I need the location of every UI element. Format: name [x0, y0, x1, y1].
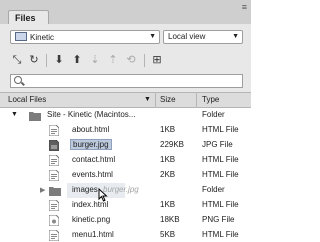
panel-menu-icon[interactable]: ≡	[242, 2, 247, 12]
image-file-icon	[49, 140, 60, 151]
html-file-icon	[49, 230, 60, 241]
file-type: HTML File	[202, 200, 239, 209]
file-name: burger.jpg	[70, 139, 112, 150]
file-size: 1KB	[160, 200, 176, 209]
files-tab[interactable]: Files	[8, 10, 49, 24]
list-item[interactable]: ▼ Site - Kinetic (Macintos... Folder	[0, 108, 251, 123]
panel-tab-bar: Files ≡	[0, 0, 251, 25]
site-icon	[15, 32, 27, 41]
file-type: HTML File	[202, 125, 239, 134]
list-item[interactable]: events.html 2KB HTML File	[0, 168, 251, 183]
file-list-header: Local Files ▼ Size Type	[0, 92, 251, 108]
refresh-icon[interactable]: ↻	[27, 53, 41, 67]
chevron-down-icon: ▼	[232, 33, 239, 40]
column-header-name[interactable]: Local Files	[8, 95, 46, 104]
connect-icon[interactable]: ⤡	[10, 53, 24, 67]
expand-arrow-icon[interactable]: ▼	[11, 111, 18, 118]
site-folder-icon	[29, 110, 41, 121]
chevron-down-icon: ▼	[149, 33, 156, 40]
html-file-icon	[49, 155, 60, 166]
file-name: Site - Kinetic (Macintos...	[47, 110, 136, 119]
column-divider	[196, 93, 197, 107]
drag-ghost-label: burger.jpg	[103, 185, 139, 194]
list-item[interactable]: contact.html 1KB HTML File	[0, 153, 251, 168]
folder-icon	[49, 185, 61, 196]
search-row	[0, 72, 251, 92]
list-item[interactable]: menu1.html 5KB HTML File	[0, 228, 251, 242]
column-divider	[155, 93, 156, 107]
file-size: 1KB	[160, 155, 176, 164]
html-file-icon	[49, 170, 60, 181]
view-select-value: Local view	[168, 32, 206, 41]
file-name: kinetic.png	[72, 215, 111, 224]
file-type: HTML File	[202, 155, 239, 164]
column-header-type[interactable]: Type	[202, 95, 219, 104]
list-item[interactable]: index.html 1KB HTML File	[0, 198, 251, 213]
file-type: Folder	[202, 110, 225, 119]
expand-icon[interactable]: ⊞	[150, 53, 164, 67]
file-list: ▼ Site - Kinetic (Macintos... Folder abo…	[0, 108, 251, 242]
site-select-value: Kinetic	[30, 33, 55, 42]
image-file-icon	[49, 215, 60, 226]
site-select[interactable]: Kinetic ▼	[10, 30, 160, 44]
check-in-icon[interactable]: ⇡	[106, 53, 120, 67]
put-files-icon[interactable]: ⬆	[70, 53, 84, 67]
file-name: menu1.html	[72, 230, 114, 239]
list-item[interactable]: burger.jpg 229KB JPG File	[0, 138, 251, 153]
file-size: 18KB	[160, 215, 180, 224]
file-name: images	[72, 185, 98, 194]
expand-arrow-icon[interactable]: ▶	[40, 186, 45, 194]
files-toolbar: ⤡ ↻ ⬇ ⬆ ⇣ ⇡ ⟲ ⊞	[0, 50, 251, 72]
file-type: PNG File	[202, 215, 235, 224]
file-type: HTML File	[202, 170, 239, 179]
list-item[interactable]: ▶ images burger.jpg Folder	[0, 183, 251, 202]
search-input[interactable]	[10, 74, 243, 88]
toolbar-divider	[144, 54, 145, 67]
check-out-icon[interactable]: ⇣	[88, 53, 102, 67]
toolbar-divider	[46, 54, 47, 67]
files-panel: Files ≡ Kinetic ▼ Local view ▼ ⤡ ↻ ⬇ ⬆ ⇣…	[0, 0, 251, 242]
file-size: 5KB	[160, 230, 176, 239]
file-size: 1KB	[160, 125, 176, 134]
file-name: index.html	[72, 200, 109, 209]
file-size: 229KB	[160, 140, 185, 149]
list-item[interactable]: kinetic.png 18KB PNG File	[0, 213, 251, 228]
site-selector-row: Kinetic ▼ Local view ▼	[0, 24, 251, 50]
sort-arrow-icon[interactable]: ▼	[144, 96, 151, 103]
search-icon	[14, 76, 22, 84]
file-name: events.html	[72, 170, 113, 179]
file-type: HTML File	[202, 230, 239, 239]
file-type: Folder	[202, 185, 225, 194]
html-file-icon	[49, 125, 60, 136]
view-select[interactable]: Local view ▼	[163, 30, 243, 44]
file-type: JPG File	[202, 140, 233, 149]
file-size: 2KB	[160, 170, 176, 179]
file-name: contact.html	[72, 155, 116, 164]
file-name: about.html	[72, 125, 110, 134]
column-header-size[interactable]: Size	[160, 95, 176, 104]
sync-icon[interactable]: ⟲	[124, 53, 138, 67]
list-item[interactable]: about.html 1KB HTML File	[0, 123, 251, 138]
html-file-icon	[49, 200, 60, 211]
get-files-icon[interactable]: ⬇	[52, 53, 66, 67]
